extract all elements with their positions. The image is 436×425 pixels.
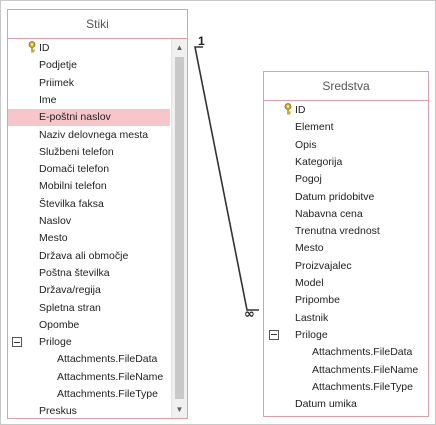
field-label: Preskus [39, 405, 77, 418]
field-label: Številka faksa [39, 197, 104, 210]
field-label: Država/regija [39, 284, 101, 297]
field-row[interactable]: Element [264, 119, 426, 136]
field-label: Datum pridobitve [295, 190, 375, 203]
field-label: Mobilni telefon [39, 180, 107, 193]
field-label: Proizvajalec [295, 259, 352, 272]
field-row[interactable]: Attachments.FileType [264, 379, 426, 396]
field-row[interactable]: Datum pridobitve [264, 189, 426, 206]
field-row[interactable]: Priloge [8, 334, 170, 351]
field-row[interactable]: Attachments.FileType [8, 386, 170, 403]
field-row[interactable]: Priimek [8, 75, 170, 92]
field-label: Priloge [295, 328, 328, 341]
field-label: Attachments.FileType [312, 380, 413, 393]
scroll-thumb[interactable] [175, 57, 184, 399]
field-row[interactable]: Nabavna cena [264, 206, 426, 223]
field-row[interactable]: Kategorija [264, 154, 426, 171]
field-label: Attachments.FileName [312, 363, 419, 376]
key-icon [27, 41, 37, 53]
field-row[interactable]: Lastnik [264, 310, 426, 327]
field-label: Priimek [39, 76, 75, 89]
field-row[interactable]: Attachments.FileData [8, 351, 170, 368]
field-label: Službeni telefon [39, 145, 114, 158]
field-row[interactable]: Mesto [264, 240, 426, 257]
field-row[interactable]: Pogoj [264, 171, 426, 188]
field-row[interactable]: Proizvajalec [264, 258, 426, 275]
field-row[interactable]: Preskus [8, 403, 170, 420]
field-label: Model [295, 277, 324, 289]
field-row[interactable]: Podjetje [8, 57, 170, 74]
scroll-up-arrow-icon[interactable]: ▲ [172, 40, 187, 55]
field-row[interactable]: Službeni telefon [8, 144, 170, 161]
scroll-down-arrow-icon[interactable]: ▼ [172, 402, 187, 417]
field-row[interactable]: Država/regija [8, 282, 170, 299]
field-label: Opombe [39, 318, 80, 331]
field-row[interactable]: Datum umika [264, 396, 426, 413]
field-label: Poštna številka [39, 266, 110, 279]
field-label: Mesto [295, 242, 324, 255]
field-label: Attachments.FileData [57, 353, 158, 366]
field-label: Attachments.FileType [57, 388, 158, 400]
table-stiki[interactable]: Stiki ▲ ▼ ID Podjetje Priimek Ime E-poštni n… [7, 9, 188, 419]
field-label: Naslov [39, 215, 72, 227]
field-row[interactable]: Pripombe [264, 292, 426, 309]
field-label: ID [39, 42, 50, 54]
field-row[interactable]: Številka faksa [8, 196, 170, 213]
field-row[interactable]: Ime [8, 92, 170, 109]
field-row[interactable]: ID [264, 102, 426, 119]
field-label: Trenutna vrednost [295, 225, 380, 238]
field-label: Attachments.FileName [57, 370, 164, 383]
field-row[interactable]: Naziv delovnega mesta [8, 127, 170, 144]
field-label: Spletna stran [39, 301, 101, 314]
field-list-sredstva: ID Element Opis Kategorija Pogoj Datum pridob… [264, 101, 428, 416]
field-label: ID [295, 104, 306, 116]
table-sredstva[interactable]: Sredstva ID Element Opis Kategorija Pogoj Dat… [263, 71, 429, 417]
minus-box-icon[interactable] [12, 337, 22, 348]
many-side-label: ∞ [244, 307, 255, 322]
field-row[interactable]: Opombe [8, 317, 170, 334]
field-label: Lastnik [295, 311, 329, 324]
key-icon [283, 103, 293, 115]
field-row[interactable]: Attachments.FileName [264, 362, 426, 379]
field-label: Datum umika [295, 398, 357, 411]
field-label: Pogoj [295, 173, 322, 186]
field-row[interactable]: Naslov [8, 213, 170, 230]
minus-box-icon[interactable] [269, 329, 279, 340]
field-list-stiki: ▲ ▼ ID Podjetje Priimek Ime E-poštni naslov N… [8, 39, 187, 418]
field-label: Domači telefon [39, 163, 110, 176]
field-label: Pripombe [295, 294, 340, 307]
field-row[interactable]: Mobilni telefon [8, 178, 170, 195]
field-label: E-poštni naslov [39, 111, 111, 124]
field-row[interactable]: Priloge [264, 327, 426, 344]
field-row[interactable]: Trenutna vrednost [264, 223, 426, 240]
field-row[interactable]: Spletna stran [8, 300, 170, 317]
field-row[interactable]: ID [8, 40, 170, 57]
field-label: Attachments.FileData [312, 346, 413, 359]
field-row[interactable]: Opis [264, 137, 426, 154]
field-label: Naziv delovnega mesta [39, 128, 149, 141]
table-title-stiki[interactable]: Stiki [8, 10, 187, 39]
field-row[interactable]: E-poštni naslov [8, 109, 170, 127]
field-label: Element [295, 121, 334, 134]
field-row[interactable]: Attachments.FileName [8, 369, 170, 386]
field-row[interactable]: Država ali območje [8, 248, 170, 265]
field-label: Opis [295, 138, 317, 151]
field-label: Kategorija [295, 155, 343, 168]
field-row[interactable]: Domači telefon [8, 161, 170, 178]
field-row[interactable]: Mesto [8, 230, 170, 247]
field-label: Podjetje [39, 59, 77, 72]
vertical-scrollbar[interactable]: ▲ ▼ [171, 39, 187, 418]
relationship-connector[interactable] [194, 46, 259, 311]
one-side-label: 1 [198, 34, 205, 48]
field-row[interactable]: Attachments.FileData [264, 344, 426, 361]
field-label: Država ali območje [39, 249, 129, 262]
field-row[interactable]: Model [264, 275, 426, 292]
field-label: Nabavna cena [295, 207, 363, 220]
table-title-sredstva[interactable]: Sredstva [264, 72, 428, 101]
field-row[interactable]: Poštna številka [8, 265, 170, 282]
field-label: Ime [39, 93, 57, 106]
field-label: Priloge [39, 336, 72, 349]
field-label: Mesto [39, 232, 68, 245]
